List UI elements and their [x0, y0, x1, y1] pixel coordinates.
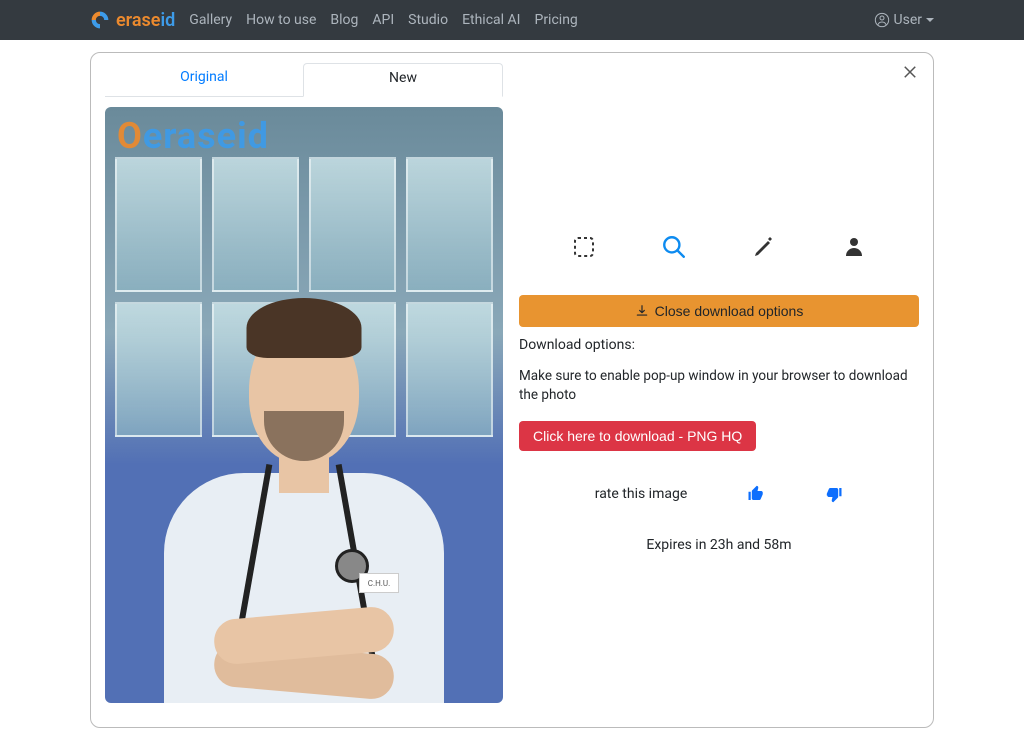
- pencil-icon: [752, 235, 776, 259]
- nav-studio[interactable]: Studio: [408, 12, 448, 28]
- thumbs-down-icon[interactable]: [825, 485, 843, 503]
- nav-how-to-use[interactable]: How to use: [246, 12, 316, 28]
- tab-new[interactable]: New: [303, 63, 503, 97]
- close-download-label: Close download options: [655, 303, 804, 319]
- close-icon: [901, 63, 919, 81]
- zoom-tool[interactable]: [660, 233, 688, 261]
- image-modal: Original New Oeraseid C.H.U.: [90, 52, 934, 728]
- tool-row: [519, 233, 919, 261]
- download-tip: Make sure to enable pop-up window in you…: [519, 367, 919, 405]
- download-icon: [635, 304, 649, 318]
- brand[interactable]: eraseid: [90, 10, 175, 31]
- nav-ethical-ai[interactable]: Ethical AI: [462, 12, 520, 28]
- edit-tool[interactable]: [750, 233, 778, 261]
- user-label: User: [894, 12, 922, 28]
- nav-blog[interactable]: Blog: [330, 12, 358, 28]
- tabs: Original New: [105, 63, 503, 97]
- user-menu[interactable]: User: [874, 12, 934, 28]
- person-icon: [842, 235, 866, 259]
- nav-api[interactable]: API: [372, 12, 394, 28]
- result-image: Oeraseid C.H.U.: [105, 107, 503, 703]
- watermark: Oeraseid: [117, 115, 269, 157]
- close-modal-button[interactable]: [901, 63, 919, 81]
- brand-text-blue: id: [160, 10, 175, 31]
- thumbs-up-icon[interactable]: [747, 485, 765, 503]
- expires-label: Expires in 23h and 58m: [519, 537, 919, 553]
- badge-tag: C.H.U.: [359, 573, 399, 593]
- user-circle-icon: [874, 12, 890, 28]
- brand-logo-icon: [90, 10, 110, 30]
- nav-gallery[interactable]: Gallery: [189, 12, 232, 28]
- nav-pricing[interactable]: Pricing: [534, 12, 577, 28]
- magnifier-icon: [661, 234, 687, 260]
- download-png-hq-button[interactable]: Click here to download - PNG HQ: [519, 421, 756, 451]
- nav-links: Gallery How to use Blog API Studio Ethic…: [189, 12, 578, 28]
- navbar: eraseid Gallery How to use Blog API Stud…: [0, 0, 1024, 40]
- download-options-heading: Download options:: [519, 337, 919, 353]
- chevron-down-icon: [926, 18, 934, 22]
- tab-original[interactable]: Original: [105, 63, 303, 97]
- rate-row: rate this image: [519, 485, 919, 503]
- close-download-options-button[interactable]: Close download options: [519, 295, 919, 327]
- crop-tool[interactable]: [570, 233, 598, 261]
- person-tool[interactable]: [840, 233, 868, 261]
- brand-text-orange: erase: [116, 10, 160, 31]
- selection-icon: [572, 235, 596, 259]
- rate-label: rate this image: [595, 486, 688, 502]
